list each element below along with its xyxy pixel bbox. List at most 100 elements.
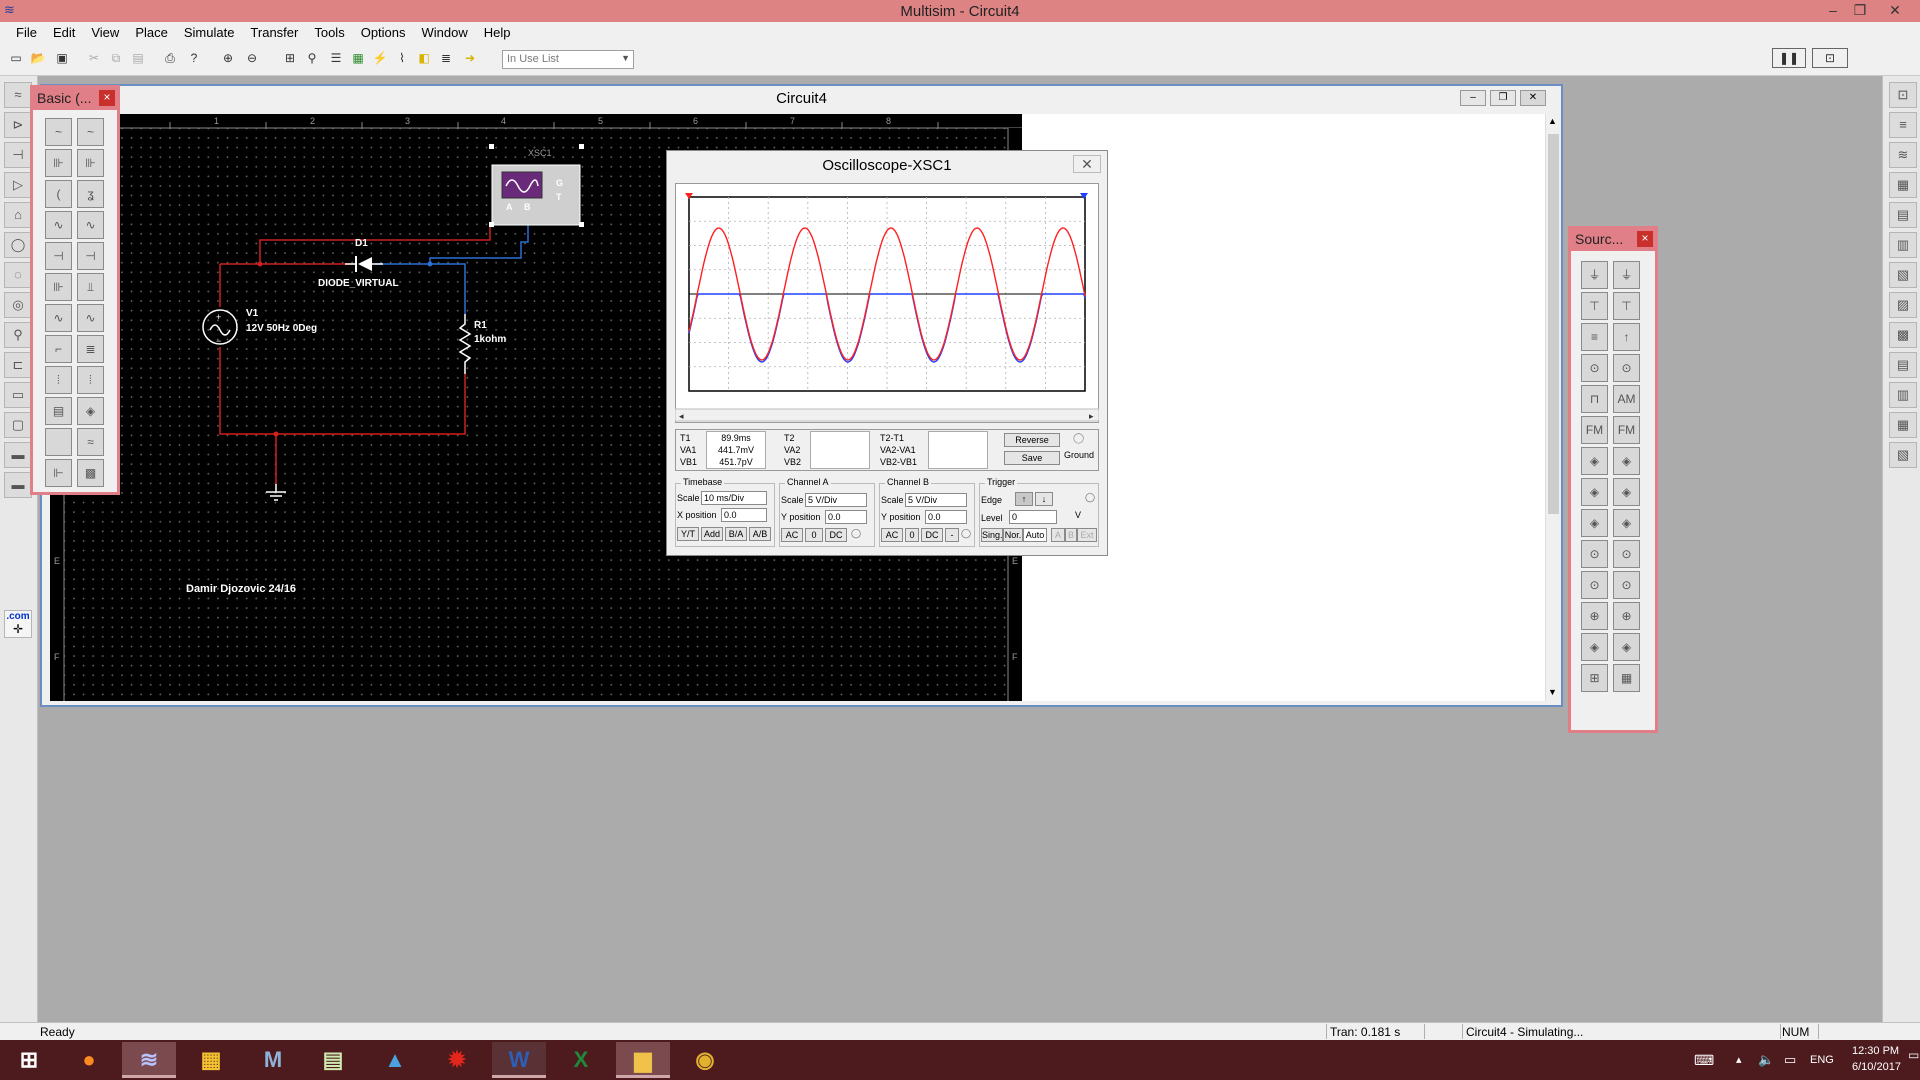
- rising-edge-icon[interactable]: ↑: [1015, 492, 1033, 506]
- copy-icon[interactable]: ⧉: [106, 48, 126, 68]
- src-pulse-icon[interactable]: ⊙: [1581, 571, 1608, 599]
- channel-a-scale-field[interactable]: 5 V/Div: [805, 493, 867, 507]
- src-ground-icon[interactable]: ⏚: [1581, 261, 1608, 289]
- basic-varind-icon[interactable]: ∿: [45, 304, 72, 332]
- rs-bode-icon[interactable]: ▤: [1889, 202, 1917, 228]
- channel-b-ac-button[interactable]: AC: [881, 528, 903, 542]
- rs-word-gen-icon[interactable]: ▧: [1889, 262, 1917, 288]
- instrument-icon[interactable]: ⊡: [1812, 48, 1848, 68]
- src-ccvs-icon[interactable]: ◈: [1581, 478, 1608, 506]
- channel-b-dc-button[interactable]: DC: [921, 528, 943, 542]
- minimize-button[interactable]: –: [1818, 0, 1848, 20]
- src-voltage-controlled-icon[interactable]: ◈: [1613, 633, 1640, 661]
- ls-indicator-icon[interactable]: ⚲: [4, 322, 32, 348]
- src-dc-battery-icon[interactable]: ≡: [1581, 323, 1608, 351]
- src-ac-current-icon[interactable]: ⊙: [1613, 354, 1640, 382]
- start-button-icon[interactable]: ⊞: [2, 1042, 56, 1078]
- trigger-radio[interactable]: ◯: [1085, 492, 1095, 503]
- postprocessor-icon[interactable]: ⚡: [370, 48, 390, 68]
- diode-d1[interactable]: [345, 256, 383, 272]
- basic-inductor-icon[interactable]: ʓ: [77, 180, 104, 208]
- basic-pot-virtual-icon[interactable]: ⊣: [77, 242, 104, 270]
- channel-a-zero-button[interactable]: 0: [805, 528, 823, 542]
- trigger-auto-button[interactable]: Auto: [1023, 528, 1047, 542]
- ls-diode-icon[interactable]: ⊳: [4, 112, 32, 138]
- ls-com-button[interactable]: .com ✛: [4, 610, 32, 638]
- rs-counter-icon[interactable]: ▥: [1889, 232, 1917, 258]
- basic-electrolytic-icon[interactable]: (: [45, 180, 72, 208]
- channel-a-dc-button[interactable]: DC: [825, 528, 847, 542]
- sources-palette-close-button[interactable]: ×: [1637, 231, 1653, 247]
- tray-chevron-icon[interactable]: ▴: [1736, 1053, 1742, 1066]
- src-exp-icon[interactable]: ⊕: [1581, 602, 1608, 630]
- print-icon[interactable]: ⎙: [160, 48, 180, 68]
- new-file-icon[interactable]: ▭: [6, 48, 26, 68]
- transfer-arrow-icon[interactable]: ➜: [460, 48, 480, 68]
- trigger-ext-button[interactable]: Ext: [1077, 528, 1097, 542]
- rs-spectrum-icon[interactable]: ▦: [1889, 412, 1917, 438]
- firefox-icon[interactable]: ●: [62, 1042, 116, 1078]
- list-icon[interactable]: ≣: [436, 48, 456, 68]
- matlab-m-icon[interactable]: M: [246, 1042, 300, 1078]
- src-polynomial-icon[interactable]: ⊕: [1613, 602, 1640, 630]
- ls-transistor-icon[interactable]: ⊣: [4, 142, 32, 168]
- add-button[interactable]: Add: [701, 527, 723, 541]
- menu-view[interactable]: View: [83, 25, 127, 40]
- ground-symbol[interactable]: [266, 484, 286, 501]
- help-icon[interactable]: ?: [184, 48, 204, 68]
- src-vccs-icon[interactable]: ◈: [1613, 447, 1640, 475]
- hierarchy-icon[interactable]: ⊞: [280, 48, 300, 68]
- basic-relay-icon[interactable]: ⦙: [45, 366, 72, 394]
- reverse-button[interactable]: Reverse: [1004, 433, 1060, 447]
- channel-a-radio[interactable]: ◯: [851, 528, 861, 539]
- clock-time[interactable]: 12:30 PM: [1852, 1045, 1899, 1057]
- open-folder-icon[interactable]: 📂: [28, 48, 48, 68]
- color-tiles-icon[interactable]: ▦: [184, 1042, 238, 1078]
- src-cccs-icon[interactable]: ◈: [1613, 478, 1640, 506]
- rs-distortion-icon[interactable]: ▥: [1889, 382, 1917, 408]
- channel-b-radio[interactable]: ◯: [961, 528, 971, 539]
- basic-pot-icon[interactable]: ⊣: [45, 242, 72, 270]
- falling-edge-icon[interactable]: ↓: [1035, 492, 1053, 506]
- rs-wattmeter-icon[interactable]: ≋: [1889, 142, 1917, 168]
- src-vc-sine-icon[interactable]: ◈: [1613, 509, 1640, 537]
- ground-radio[interactable]: ◯: [1073, 433, 1084, 444]
- mdi-restore-button[interactable]: ❐: [1490, 90, 1516, 106]
- restore-button[interactable]: ❐: [1845, 0, 1875, 20]
- file-explorer-icon[interactable]: ▆: [616, 1042, 670, 1078]
- channel-b-minus-button[interactable]: -: [945, 528, 959, 542]
- basic-z-icon[interactable]: ⊩: [45, 459, 72, 487]
- vertical-scrollbar[interactable]: ▲ ▼: [1545, 114, 1561, 701]
- basic-capacitor-virtual-icon[interactable]: ⊪: [77, 149, 104, 177]
- analysis-icon[interactable]: ⌇: [392, 48, 412, 68]
- ac-source-v1[interactable]: + −: [202, 309, 238, 346]
- src-fmi-icon[interactable]: FM: [1613, 416, 1640, 444]
- channel-b-scale-field[interactable]: 5 V/Div: [905, 493, 967, 507]
- basic-transformer-icon[interactable]: ≣: [77, 335, 104, 363]
- src-clock-icon[interactable]: ⊓: [1581, 385, 1608, 413]
- src-fm-icon[interactable]: FM: [1581, 416, 1608, 444]
- keyboard-icon[interactable]: ⌨: [1694, 1052, 1714, 1069]
- word-icon[interactable]: W: [492, 1042, 546, 1078]
- src-digital-ground-icon[interactable]: ⏚: [1613, 261, 1640, 289]
- menu-options[interactable]: Options: [353, 25, 414, 40]
- trigger-a-button[interactable]: A: [1051, 528, 1065, 542]
- save-button[interactable]: Save: [1004, 451, 1060, 465]
- network-icon[interactable]: ▭: [1784, 1052, 1796, 1068]
- ab-button[interactable]: A/B: [749, 527, 771, 541]
- multisim-taskbar-icon[interactable]: ≋: [122, 1042, 176, 1078]
- basic-socket-icon[interactable]: ◈: [77, 397, 104, 425]
- rs-multimeter-icon[interactable]: ⊡: [1889, 82, 1917, 108]
- oscilloscope-close-button[interactable]: ✕: [1073, 155, 1101, 173]
- mdi-minimize-button[interactable]: –: [1460, 90, 1486, 106]
- volume-icon[interactable]: 🔈: [1758, 1052, 1774, 1068]
- basic-switch-icon[interactable]: ⦙: [77, 366, 104, 394]
- language-indicator[interactable]: ENG: [1810, 1054, 1834, 1066]
- menu-simulate[interactable]: Simulate: [176, 25, 243, 40]
- rs-logic-converter-icon[interactable]: ▩: [1889, 322, 1917, 348]
- basic-inductor-virtual-icon[interactable]: ∿: [45, 211, 72, 239]
- channel-a-ac-button[interactable]: AC: [781, 528, 803, 542]
- component-wizard-icon[interactable]: ◧: [414, 48, 434, 68]
- save-icon[interactable]: ▣: [52, 48, 72, 68]
- spreadsheet-icon[interactable]: ☰: [326, 48, 346, 68]
